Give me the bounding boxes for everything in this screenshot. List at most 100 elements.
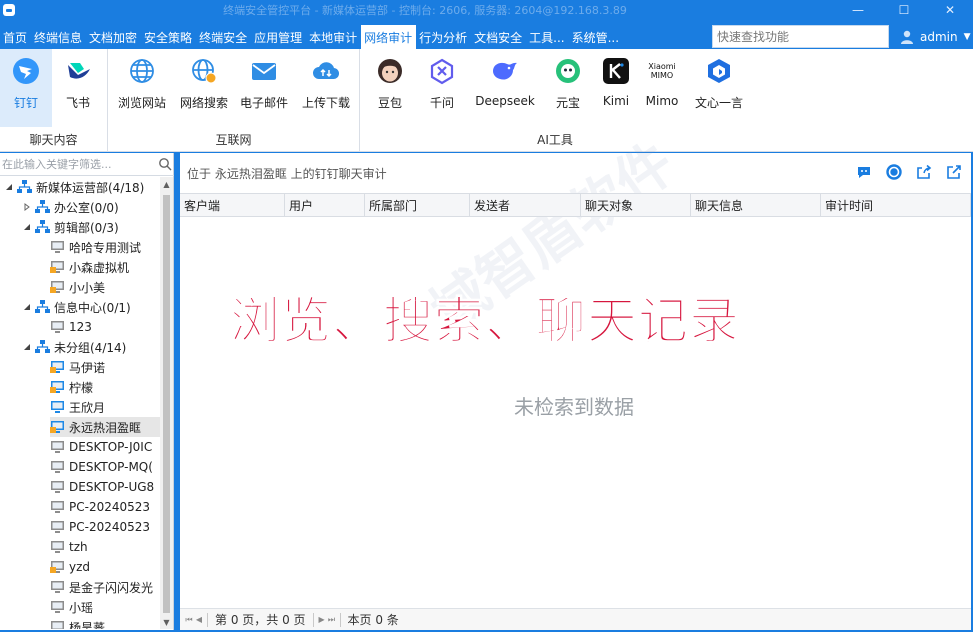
computer-icon xyxy=(50,440,65,455)
column-header[interactable]: 所属部门 xyxy=(365,194,470,216)
ribbon-group-ai: 豆包 千问 Deepseek 元宝 Kimi Xiaomi MIMO Mimo … xyxy=(360,49,750,152)
separator xyxy=(312,612,314,627)
collapse-arrow-icon[interactable] xyxy=(22,222,32,232)
globe-icon xyxy=(127,56,157,86)
tree-device[interactable]: 柠檬 xyxy=(50,377,93,397)
ribbon-label: 豆包 xyxy=(377,96,402,110)
ribbon-button-mimo[interactable]: Xiaomi MIMO Mimo xyxy=(636,49,688,127)
app-logo-icon xyxy=(3,4,15,16)
column-header[interactable]: 聊天对象 xyxy=(581,194,691,216)
column-header[interactable]: 聊天信息 xyxy=(691,194,821,216)
tree-device[interactable]: 永远热泪盈眶 xyxy=(50,417,160,437)
table-header: 客户端 用户 所属部门 发送者 聊天对象 聊天信息 审计时间 xyxy=(180,193,971,217)
ribbon-button-kimi[interactable]: Kimi xyxy=(590,49,642,127)
menu-bar: 首页 终端信息 文档加密 安全策略 终端安全 应用管理 本地审计 网络审计 行为分析 文档安全 工具… xyxy=(0,25,973,49)
collapse-arrow-icon[interactable] xyxy=(22,342,32,352)
tree-device[interactable]: 小瑶 xyxy=(50,597,93,617)
tree-filter-input[interactable]: 在此输入关键字筛选... xyxy=(0,153,174,176)
ribbon-button-qianwen[interactable]: 千问 xyxy=(416,49,468,127)
scroll-up-icon[interactable]: ▲ xyxy=(160,177,173,191)
tree-node-label: 王欣月 xyxy=(69,400,106,415)
tree-device[interactable]: tzh xyxy=(50,537,88,557)
menu-item[interactable]: 本地审计 xyxy=(306,25,361,49)
computer-icon xyxy=(50,260,65,275)
user-menu[interactable]: admin ▼ xyxy=(900,25,971,49)
scroll-thumb[interactable] xyxy=(163,195,170,613)
last-page-icon[interactable]: ⏭ xyxy=(327,613,337,627)
tree-device[interactable]: DESKTOP-MQ( xyxy=(50,457,153,477)
menu-item[interactable]: 工具... xyxy=(526,25,568,49)
tree-device[interactable]: 王欣月 xyxy=(50,397,105,417)
computer-icon xyxy=(50,560,65,575)
search-icon[interactable] xyxy=(158,157,172,171)
menu-item[interactable]: 应用管理 xyxy=(251,25,306,49)
menu-item[interactable]: 网络审计 xyxy=(361,25,417,49)
computer-icon xyxy=(50,500,65,515)
maximize-button[interactable]: ☐ xyxy=(881,0,927,20)
ribbon-button-dingtalk[interactable]: 钉钉 xyxy=(0,49,52,127)
tree-group[interactable]: 剪辑部(0/3) xyxy=(22,217,119,237)
ribbon-button-deepseek[interactable]: Deepseek xyxy=(472,49,538,127)
computer-icon xyxy=(50,580,65,595)
tree-group[interactable]: 未分组(4/14) xyxy=(22,337,126,357)
tree-device[interactable]: 小森虚拟机 xyxy=(50,257,129,277)
menu-item[interactable]: 行为分析 xyxy=(416,25,471,49)
menu-item[interactable]: 终端信息 xyxy=(31,25,86,49)
ribbon-button-doubao[interactable]: 豆包 xyxy=(364,49,416,127)
menu-item[interactable]: 系统管... xyxy=(569,25,623,49)
ribbon-label: 浏览网站 xyxy=(117,96,166,110)
menu-item[interactable]: 文档加密 xyxy=(86,25,141,49)
column-header[interactable]: 审计时间 xyxy=(821,194,971,216)
scroll-down-icon[interactable]: ▼ xyxy=(160,615,173,629)
menu-item[interactable]: 终端安全 xyxy=(196,25,251,49)
ribbon-button-yuanbao[interactable]: 元宝 xyxy=(542,49,594,127)
tree-group[interactable]: 新媒体运营部(4/18) xyxy=(4,177,144,197)
tree-node-label: 是金子闪闪发光 xyxy=(69,580,154,595)
tree-device[interactable]: 小小美 xyxy=(50,277,105,297)
tree-device[interactable]: DESKTOP-UG8 xyxy=(50,477,154,497)
computer-icon xyxy=(50,520,65,535)
tree-device[interactable]: yzd xyxy=(50,557,90,577)
tree-scrollbar[interactable]: ▲ ▼ xyxy=(160,177,173,629)
menu-item[interactable]: 首页 xyxy=(0,25,31,49)
tree-device[interactable]: 123 xyxy=(50,317,92,337)
menu-item[interactable]: 安全策略 xyxy=(141,25,196,49)
ribbon-button-email[interactable]: 电子邮件 xyxy=(236,49,292,127)
collapse-arrow-icon[interactable] xyxy=(22,302,32,312)
next-page-icon[interactable]: ▶ xyxy=(317,613,327,627)
ribbon-button-feishu[interactable]: 飞书 xyxy=(52,49,104,127)
tree-device[interactable]: DESKTOP-J0IC xyxy=(50,437,152,457)
tree-device[interactable]: PC-20240523 xyxy=(50,497,150,517)
first-page-icon[interactable]: ⏮ xyxy=(184,613,194,627)
quick-search-input[interactable]: 快速查找功能 xyxy=(712,25,889,48)
prev-page-icon[interactable]: ◀ xyxy=(194,613,204,627)
ribbon-button-wenxin[interactable]: 文心一言 xyxy=(690,49,748,127)
column-header[interactable]: 客户端 xyxy=(180,194,285,216)
tree-device[interactable]: 马伊诺 xyxy=(50,357,105,377)
chat-icon[interactable] xyxy=(855,163,873,181)
ribbon-group-chat: 钉钉 飞书 聊天内容 xyxy=(0,49,108,152)
ribbon-button-upload-download[interactable]: 上传下载 xyxy=(298,49,354,127)
tree-device[interactable]: 杨昊蕃 xyxy=(50,617,105,629)
expand-arrow-icon[interactable] xyxy=(22,202,32,212)
tree-group[interactable]: 信息中心(0/1) xyxy=(22,297,131,317)
computer-icon xyxy=(50,280,65,295)
share-icon[interactable] xyxy=(945,163,963,181)
refresh-icon[interactable] xyxy=(885,163,903,181)
close-button[interactable]: ✕ xyxy=(927,0,973,20)
minimize-button[interactable]: — xyxy=(835,0,881,20)
department-icon xyxy=(17,180,32,195)
collapse-arrow-icon[interactable] xyxy=(4,182,14,192)
ribbon-button-web-search[interactable]: 网络搜索 xyxy=(176,49,232,127)
ribbon-label: 文心一言 xyxy=(694,96,743,110)
tree-device[interactable]: 是金子闪闪发光 xyxy=(50,577,153,597)
menu-item[interactable]: 文档安全 xyxy=(471,25,526,49)
export-icon[interactable] xyxy=(915,163,933,181)
column-header[interactable]: 发送者 xyxy=(470,194,581,216)
tree-device[interactable]: PC-20240523 xyxy=(50,517,150,537)
tree-device[interactable]: 哈哈专用测试 xyxy=(50,237,141,257)
deepseek-icon xyxy=(490,56,520,86)
tree-group[interactable]: 办公室(0/0) xyxy=(22,197,119,217)
ribbon-button-browse[interactable]: 浏览网站 xyxy=(114,49,170,127)
column-header[interactable]: 用户 xyxy=(285,194,365,216)
